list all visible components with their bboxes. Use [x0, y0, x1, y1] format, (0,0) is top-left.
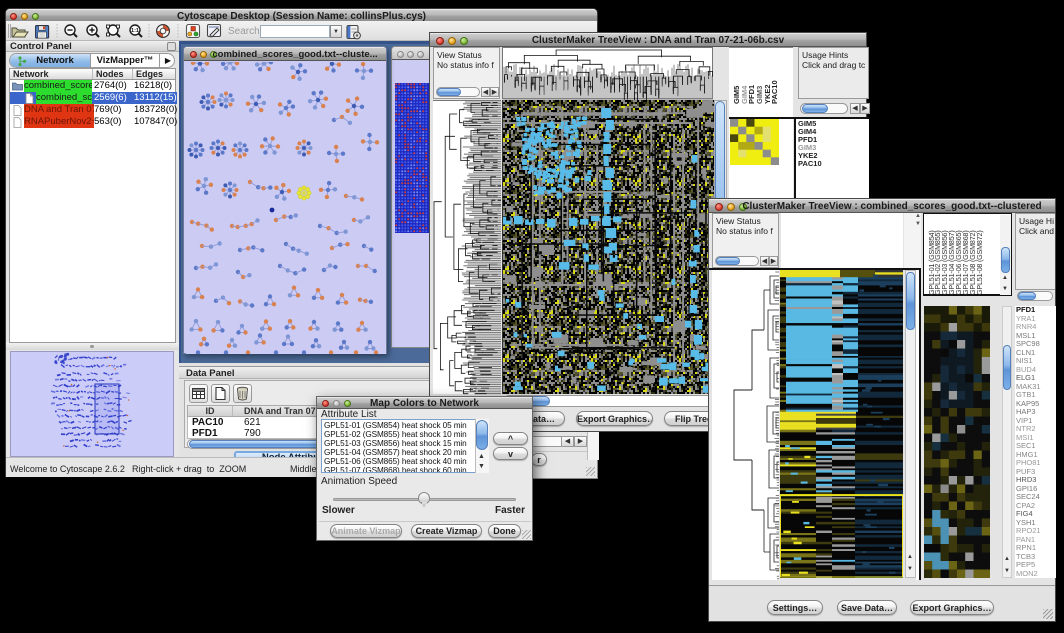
svg-text:1:1: 1:1	[131, 28, 139, 34]
